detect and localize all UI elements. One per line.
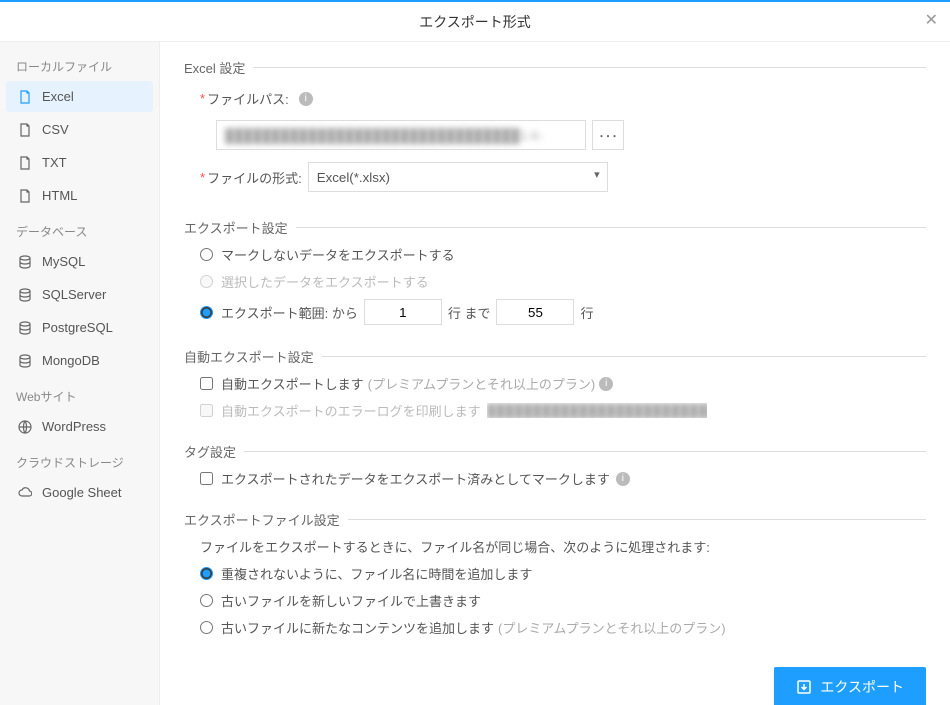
checkbox-mark-exported[interactable] — [200, 472, 213, 485]
radio-range[interactable] — [200, 306, 213, 319]
format-select[interactable]: Excel(*.xlsx) — [308, 162, 608, 192]
titlebar: エクスポート形式 ✕ — [0, 2, 950, 42]
section-legend: Excel 設定 — [184, 58, 253, 77]
file-settings-section: エクスポートファイル設定 ファイルをエクスポートするときに、ファイル名が同じ場合… — [184, 510, 926, 645]
format-label: ファイルの形式: — [207, 168, 302, 187]
browse-button[interactable]: ･･･ — [592, 120, 624, 150]
section-legend: 自動エクスポート設定 — [184, 347, 322, 366]
auto-export-section: 自動エクスポート設定 自動エクスポートします (プレミアムプランとそれ以上のプラ… — [184, 347, 926, 428]
info-icon[interactable]: i — [616, 472, 630, 486]
sidebar-item-label: HTML — [42, 188, 77, 203]
errorlog-path: ██████████████████████████ — [487, 403, 707, 418]
checkbox-errorlog — [200, 404, 213, 417]
download-icon — [796, 679, 812, 695]
sidebar-item-label: MongoDB — [42, 353, 100, 368]
file-text-icon — [16, 156, 34, 170]
sidebar-item-txt[interactable]: TXT — [6, 147, 153, 178]
sidebar-item-label: MySQL — [42, 254, 85, 269]
database-icon — [16, 354, 34, 368]
info-icon[interactable]: i — [299, 92, 313, 106]
range-from-input[interactable] — [364, 299, 442, 325]
checkbox-auto-export[interactable] — [200, 377, 213, 390]
sidebar-item-label: TXT — [42, 155, 67, 170]
radio-add-time-label: 重複されないように、ファイル名に時間を追加します — [221, 564, 532, 583]
radio-unmarked-label: マークしないデータをエクスポートする — [221, 245, 455, 264]
sidebar-item-sqlserver[interactable]: SQLServer — [6, 279, 153, 310]
database-icon — [16, 255, 34, 269]
sidebar-group-header: クラウドストレージ — [6, 444, 153, 477]
sidebar-item-html[interactable]: HTML — [6, 180, 153, 211]
auto-export-note: (プレミアムプランとそれ以上のプラン) — [368, 374, 596, 393]
append-note: (プレミアムプランとそれ以上のプラン) — [498, 618, 726, 637]
globe-icon — [16, 420, 34, 434]
range-mid: 行 まで — [448, 303, 491, 322]
info-icon[interactable]: i — [599, 377, 613, 391]
sidebar-item-label: PostgreSQL — [42, 320, 113, 335]
radio-append-label: 古いファイルに新たなコンテンツを追加します — [221, 618, 494, 637]
file-excel-icon — [16, 90, 34, 104]
sidebar: ローカルファイル Excel CSV TXT HTML データベース MySQL SQLSer… — [0, 42, 160, 705]
checkbox-mark-exported-label: エクスポートされたデータをエクスポート済みとしてマークします — [221, 469, 610, 488]
sidebar-item-mysql[interactable]: MySQL — [6, 246, 153, 277]
radio-selected — [200, 275, 213, 288]
sidebar-item-csv[interactable]: CSV — [6, 114, 153, 145]
cloud-icon — [16, 486, 34, 500]
radio-overwrite[interactable] — [200, 594, 213, 607]
close-icon[interactable]: ✕ — [925, 10, 938, 30]
sidebar-group-header: Webサイト — [6, 378, 153, 411]
sidebar-group-header: データベース — [6, 213, 153, 246]
export-button-label: エクスポート — [820, 677, 904, 697]
footer: エクスポート — [184, 659, 926, 705]
radio-overwrite-label: 古いファイルを新しいファイルで上書きます — [221, 591, 481, 610]
radio-add-time[interactable] — [200, 567, 213, 580]
section-legend: エクスポートファイル設定 — [184, 510, 348, 529]
sidebar-group-header: ローカルファイル — [6, 48, 153, 81]
file-settings-intro: ファイルをエクスポートするときに、ファイル名が同じ場合、次のように処理されます: — [200, 537, 710, 556]
sidebar-item-label: WordPress — [42, 419, 106, 434]
checkbox-auto-export-label: 自動エクスポートします — [221, 374, 364, 393]
required-mark: * — [200, 91, 205, 106]
section-legend: エクスポート設定 — [184, 218, 296, 237]
section-legend: タグ設定 — [184, 442, 244, 461]
sidebar-item-label: Google Sheet — [42, 485, 122, 500]
radio-append[interactable] — [200, 621, 213, 634]
export-settings-section: エクスポート設定 マークしないデータをエクスポートする 選択したデータをエクスポ… — [184, 218, 926, 333]
export-button[interactable]: エクスポート — [774, 667, 926, 705]
sidebar-item-label: CSV — [42, 122, 69, 137]
database-icon — [16, 288, 34, 302]
window-title: エクスポート形式 — [419, 12, 531, 32]
range-prefix: エクスポート範囲: から — [221, 303, 358, 322]
database-icon — [16, 321, 34, 335]
sidebar-item-googlesheet[interactable]: Google Sheet — [6, 477, 153, 508]
radio-selected-label: 選択したデータをエクスポートする — [221, 272, 429, 291]
excel-settings-section: Excel 設定 * ファイルパス: i ███████████████████… — [184, 58, 926, 204]
filepath-label: ファイルパス: — [207, 89, 289, 108]
sidebar-item-label: SQLServer — [42, 287, 106, 302]
range-suffix: 行 — [580, 303, 593, 322]
sidebar-item-wordpress[interactable]: WordPress — [6, 411, 153, 442]
required-mark: * — [200, 170, 205, 185]
range-to-input[interactable] — [496, 299, 574, 325]
tag-settings-section: タグ設定 エクスポートされたデータをエクスポート済みとしてマークします i — [184, 442, 926, 496]
file-text-icon — [16, 189, 34, 203]
main-panel: Excel 設定 * ファイルパス: i ███████████████████… — [160, 42, 950, 705]
sidebar-item-label: Excel — [42, 89, 74, 104]
file-text-icon — [16, 123, 34, 137]
filepath-input[interactable]: ████████████████████████████████1-6- — [216, 120, 586, 150]
radio-unmarked[interactable] — [200, 248, 213, 261]
checkbox-errorlog-label: 自動エクスポートのエラーログを印刷します — [221, 401, 481, 420]
sidebar-item-excel[interactable]: Excel — [6, 81, 153, 112]
sidebar-item-mongodb[interactable]: MongoDB — [6, 345, 153, 376]
sidebar-item-postgresql[interactable]: PostgreSQL — [6, 312, 153, 343]
